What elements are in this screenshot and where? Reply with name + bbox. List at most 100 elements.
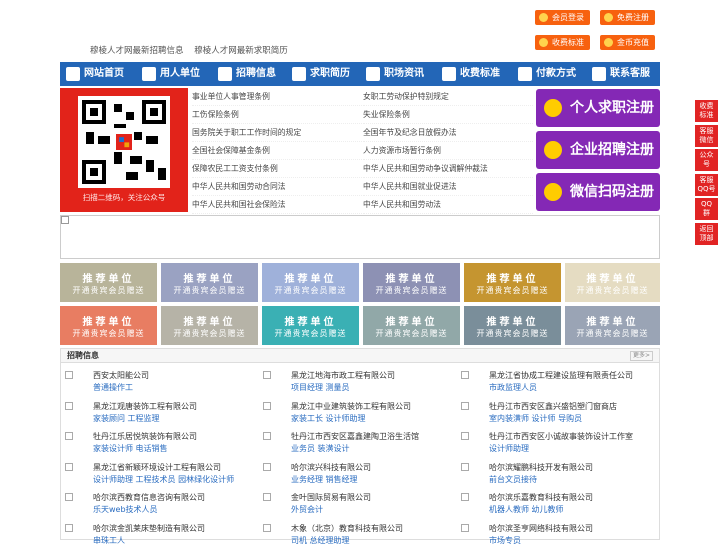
law-link[interactable]: 中华人民共和国社会保险法 <box>192 196 362 214</box>
job-item[interactable]: 金叶国际贸易有限公司 外贸会计 <box>259 491 449 517</box>
law-link[interactable]: 保障农民工工资支付条例 <box>192 160 362 178</box>
wechat-register-button[interactable]: 微信扫码注册 <box>536 173 660 211</box>
job-item[interactable]: 黑龙江省协成工程建设监理有限责任公司 市政监理人员 <box>457 369 647 395</box>
recommend-slot[interactable]: 推荐单位 开通贵宾会员赠送 <box>363 263 460 302</box>
company-name[interactable]: 哈尔滨乐嘉教育科技有限公司 <box>489 492 593 503</box>
law-link[interactable]: 国务院关于职工工作时间的规定 <box>192 124 362 142</box>
banner-ad[interactable] <box>60 215 660 259</box>
recommend-slot[interactable]: 推荐单位 开通贵宾会员赠送 <box>161 306 258 345</box>
side-qq-group[interactable]: QQ 群 <box>695 198 718 220</box>
law-link[interactable]: 中华人民共和国劳动争议调解仲裁法 <box>363 160 533 178</box>
coin-recharge-button[interactable]: 金币充值 <box>600 35 655 50</box>
recommend-slot[interactable]: 推荐单位 开通贵宾会员赠送 <box>565 306 660 345</box>
job-positions[interactable]: 乐天web技术人员 <box>93 504 158 515</box>
recommend-slot[interactable]: 推荐单位 开通贵宾会员赠送 <box>161 263 258 302</box>
company-name[interactable]: 哈尔滨金凯莱床垫制造有限公司 <box>93 523 205 534</box>
job-positions[interactable]: 外贸会计 <box>291 504 323 515</box>
company-name[interactable]: 哈尔滨圣亨网络科技有限公司 <box>489 523 593 534</box>
company-name[interactable]: 牡丹江乐居悦筑装饰有限公司 <box>93 431 197 442</box>
member-login-button[interactable]: 会员登录 <box>535 10 590 25</box>
company-name[interactable]: 黑龙江中业建筑装饰工程有限公司 <box>291 401 411 412</box>
recommend-slot[interactable]: 推荐单位 开通贵宾会员赠送 <box>464 306 561 345</box>
company-name[interactable]: 黑龙江地海市政工程有限公司 <box>291 370 395 381</box>
company-name[interactable]: 牡丹江市西安区嘉鑫建陶卫浴生活馆 <box>291 431 419 442</box>
law-link[interactable]: 事业单位人事管理条例 <box>192 88 362 106</box>
side-back-to-top[interactable]: 返回 顶部 <box>695 222 718 245</box>
job-item[interactable]: 牡丹江市西安区嘉鑫建陶卫浴生活馆 业务员 装潢设计 <box>259 430 449 456</box>
job-item[interactable]: 牡丹江市西安区小诚故事装饰设计工作室 设计师助理 <box>457 430 647 456</box>
job-item[interactable]: 西安太阳能公司 普通操作工 <box>61 369 251 395</box>
company-name[interactable]: 木象（北京）教育科技有限公司 <box>291 523 403 534</box>
job-positions[interactable]: 业务经理 销售经理 <box>291 474 358 485</box>
recommend-slot[interactable]: 推荐单位 开通贵宾会员赠送 <box>60 306 157 345</box>
company-name[interactable]: 哈尔滨耀鹏科技开发有限公司 <box>489 462 593 473</box>
job-positions[interactable]: 市政监理人员 <box>489 382 537 393</box>
job-positions[interactable]: 设计师助理 <box>489 443 529 454</box>
job-positions[interactable]: 家装顾问 工程监理 <box>93 413 160 424</box>
side-pricing[interactable]: 收费 标准 <box>695 100 718 122</box>
recommend-slot[interactable]: 推荐单位 开通贵宾会员赠送 <box>262 263 359 302</box>
job-item[interactable]: 黑龙江中业建筑装饰工程有限公司 家装工长 设计师助理 <box>259 400 449 426</box>
law-link[interactable]: 中华人民共和国劳动法 <box>363 196 533 214</box>
company-name[interactable]: 牡丹江市西安区鑫兴盛铝塑门窗商店 <box>489 401 617 412</box>
job-item[interactable]: 哈尔滨西教育信息咨询有限公司 乐天web技术人员 <box>61 491 251 517</box>
job-positions[interactable]: 室内装潢师 设计师 导购员 <box>489 413 582 424</box>
side-wechat[interactable]: 客服 微信 <box>695 124 718 147</box>
recommend-slot[interactable]: 推荐单位 开通贵宾会员赠送 <box>60 263 157 302</box>
law-link[interactable]: 全国年节及纪念日放假办法 <box>363 124 533 142</box>
latest-jobs-link[interactable]: 穆棱人才网最新招聘信息 <box>90 46 184 56</box>
job-positions[interactable]: 前台文员接待 <box>489 474 537 485</box>
pricing-button[interactable]: 收费标准 <box>535 35 590 50</box>
job-seeker-register-button[interactable]: 个人求职注册 <box>536 89 660 127</box>
job-positions[interactable]: 设计师助理 工程技术员 园林绿化设计师 <box>93 474 234 485</box>
law-link[interactable]: 全国社会保障基金条例 <box>192 142 362 160</box>
law-link[interactable]: 失业保险条例 <box>363 106 533 124</box>
job-item[interactable]: 哈尔滨兴科技有限公司 业务经理 销售经理 <box>259 461 449 487</box>
company-name[interactable]: 金叶国际贸易有限公司 <box>291 492 371 503</box>
job-positions[interactable]: 家装工长 设计师助理 <box>291 413 366 424</box>
company-name[interactable]: 哈尔滨兴科技有限公司 <box>291 462 371 473</box>
company-name[interactable]: 哈尔滨西教育信息咨询有限公司 <box>93 492 205 503</box>
job-positions[interactable]: 司机 总经理助理 <box>291 535 350 546</box>
free-register-button[interactable]: 免费注册 <box>600 10 655 25</box>
law-link[interactable]: 中华人民共和国劳动合同法 <box>192 178 362 196</box>
recommend-slot[interactable]: 推荐单位 开通贵宾会员赠送 <box>565 263 660 302</box>
company-name[interactable]: 牡丹江市西安区小诚故事装饰设计工作室 <box>489 431 633 442</box>
more-link[interactable]: 更多> <box>629 351 653 361</box>
latest-resumes-link[interactable]: 穆棱人才网最新求职简历 <box>194 46 288 56</box>
law-link[interactable]: 女职工劳动保护特别规定 <box>363 88 533 106</box>
job-item[interactable]: 牡丹江市西安区鑫兴盛铝塑门窗商店 室内装潢师 设计师 导购员 <box>457 400 647 426</box>
side-qq[interactable]: 客服 QQ号 <box>695 173 718 196</box>
job-item[interactable]: 哈尔滨圣亨网络科技有限公司 市场专员 <box>457 522 647 548</box>
job-item[interactable]: 哈尔滨金凯莱床垫制造有限公司 串珠工人 <box>61 522 251 548</box>
company-logo-icon <box>65 493 73 501</box>
job-item[interactable]: 黑龙江地海市政工程有限公司 项目经理 测量员 <box>259 369 449 395</box>
law-link[interactable]: 人力资源市场暂行条例 <box>363 142 533 160</box>
job-item[interactable]: 木象（北京）教育科技有限公司 司机 总经理助理 <box>259 522 449 548</box>
job-item[interactable]: 哈尔滨耀鹏科技开发有限公司 前台文员接待 <box>457 461 647 487</box>
job-positions[interactable]: 项目经理 测量员 <box>291 382 350 393</box>
recommend-slot[interactable]: 推荐单位 开通贵宾会员赠送 <box>262 306 359 345</box>
law-link[interactable]: 工伤保险条例 <box>192 106 362 124</box>
company-name[interactable]: 黑龙江省新颖环境设计工程有限公司 <box>93 462 221 473</box>
company-name[interactable]: 西安太阳能公司 <box>93 370 149 381</box>
recommend-title: 推荐单位 <box>284 274 337 285</box>
recommend-slot[interactable]: 推荐单位 开通贵宾会员赠送 <box>363 306 460 345</box>
law-link[interactable]: 中华人民共和国就业促进法 <box>363 178 533 196</box>
job-positions[interactable]: 普通操作工 <box>93 382 133 393</box>
side-official-account[interactable]: 公众 号 <box>695 149 718 171</box>
job-item[interactable]: 黑龙江省新颖环境设计工程有限公司 设计师助理 工程技术员 园林绿化设计师 <box>61 461 251 487</box>
job-positions[interactable]: 串珠工人 <box>93 535 125 546</box>
job-positions[interactable]: 机器人教师 幼儿教师 <box>489 504 564 515</box>
job-positions[interactable]: 业务员 装潢设计 <box>291 443 350 454</box>
recommend-slot[interactable]: 推荐单位 开通贵宾会员赠送 <box>464 263 561 302</box>
broken-image-icon <box>61 216 69 224</box>
job-item[interactable]: 牡丹江乐居悦筑装饰有限公司 家装设计师 电话销售 <box>61 430 251 456</box>
job-positions[interactable]: 市场专员 <box>489 535 521 546</box>
job-item[interactable]: 黑龙江观唐装饰工程有限公司 家装顾问 工程监理 <box>61 400 251 426</box>
company-name[interactable]: 黑龙江观唐装饰工程有限公司 <box>93 401 197 412</box>
job-item[interactable]: 哈尔滨乐嘉教育科技有限公司 机器人教师 幼儿教师 <box>457 491 647 517</box>
job-positions[interactable]: 家装设计师 电话销售 <box>93 443 168 454</box>
employer-register-button[interactable]: 企业招聘注册 <box>536 131 660 169</box>
company-name[interactable]: 黑龙江省协成工程建设监理有限责任公司 <box>489 370 633 381</box>
